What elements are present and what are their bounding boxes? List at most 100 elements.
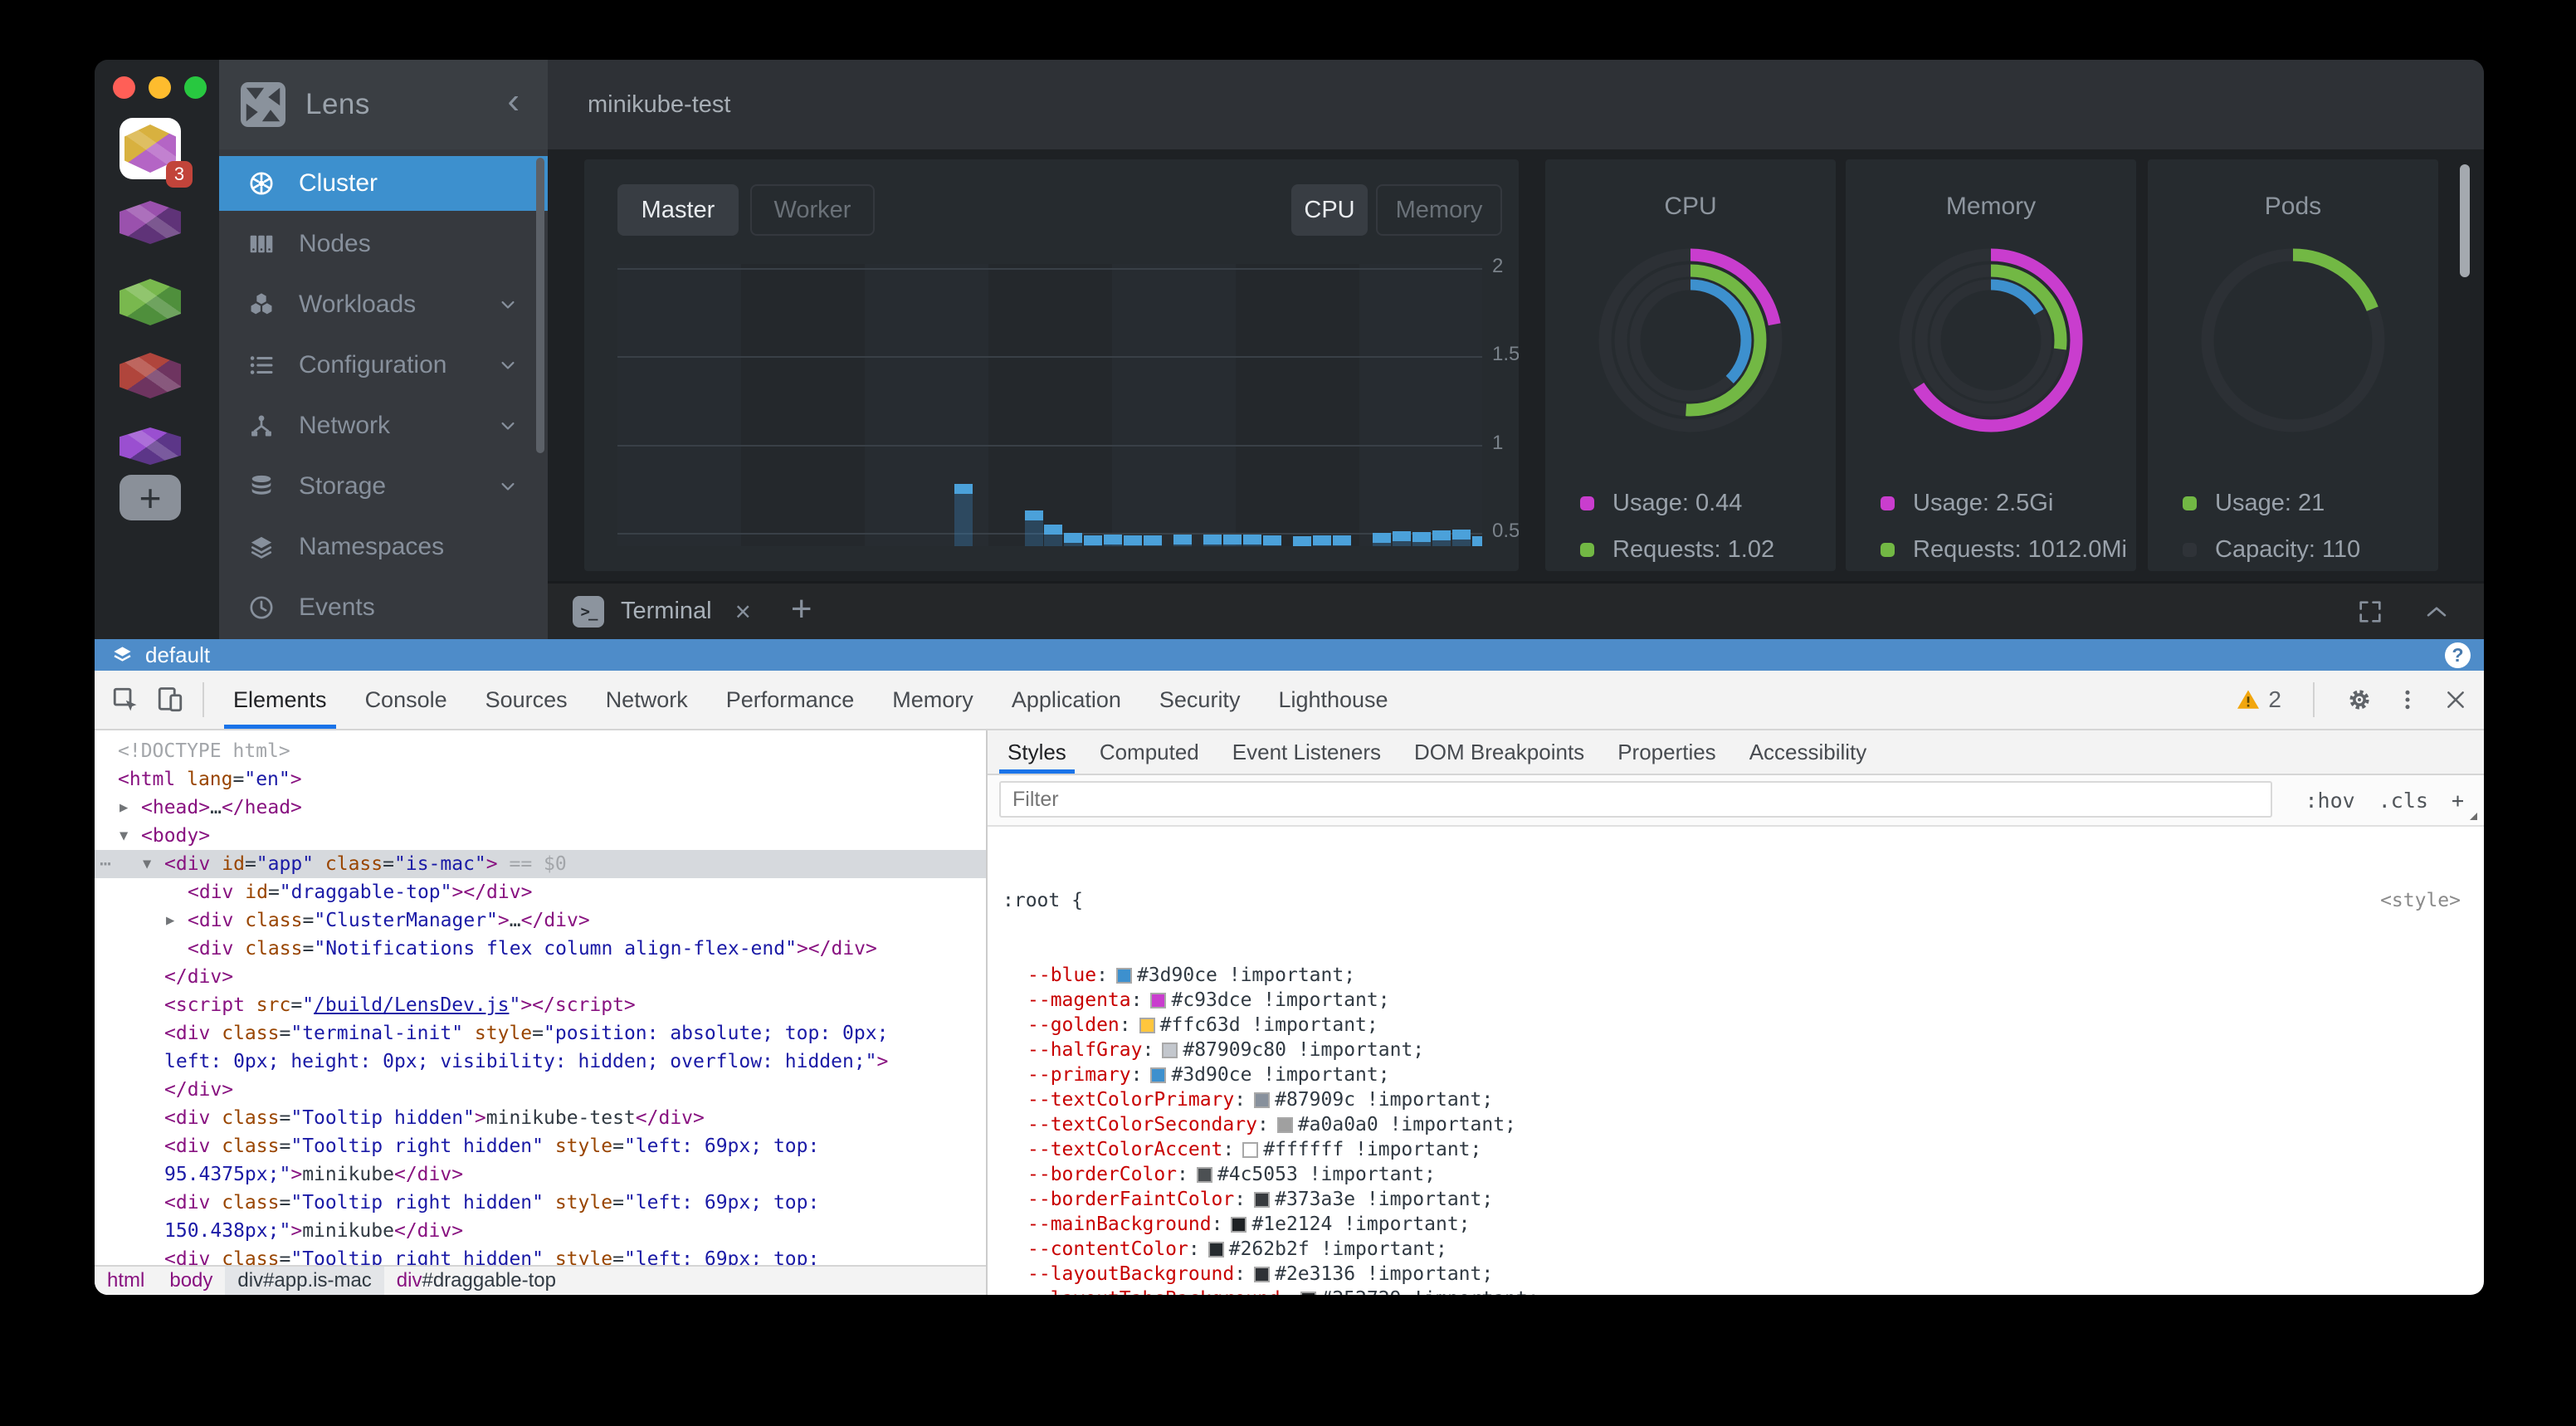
dom-node[interactable]: <!DOCTYPE html>	[95, 737, 986, 765]
chevron-down-icon[interactable]	[496, 475, 520, 498]
css-variable-row[interactable]: --textColorSecondary:#a0a0a0 !important;	[1003, 1112, 2467, 1137]
content-scrollbar[interactable]	[2460, 164, 2470, 277]
styles-tab-properties[interactable]: Properties	[1601, 730, 1733, 774]
sidebar-item-namespaces[interactable]: Namespaces	[219, 520, 548, 574]
tab-network[interactable]: Network	[587, 671, 707, 729]
terminal-close-icon[interactable]: ×	[735, 598, 751, 625]
metric-memory-button[interactable]: Memory	[1376, 184, 1502, 236]
cluster-icon-1[interactable]: 3	[120, 118, 181, 179]
sidebar-item-nodes[interactable]: Nodes	[219, 217, 548, 271]
stylesheet-source-link[interactable]: <style>	[2380, 888, 2467, 913]
cluster-icon-3[interactable]	[120, 279, 181, 325]
collapse-arrow-icon[interactable]: ▶	[166, 906, 174, 935]
dom-node[interactable]: <div class="terminal-init" style="positi…	[95, 1019, 986, 1048]
color-swatch[interactable]	[1150, 1067, 1166, 1083]
cluster-icon-2[interactable]	[120, 201, 181, 244]
dom-node-selected[interactable]: ⋯▼<div id="app" class="is-mac"> == $0	[95, 850, 986, 878]
breadcrumb[interactable]: html	[95, 1267, 157, 1295]
dom-node[interactable]: <script src="/build/LensDev.js"></script…	[95, 991, 986, 1019]
color-swatch[interactable]	[1139, 1018, 1155, 1033]
sidebar-item-storage[interactable]: Storage	[219, 459, 548, 514]
breadcrumb[interactable]: body	[157, 1267, 225, 1295]
class-toggle[interactable]: .cls	[2378, 789, 2428, 813]
color-swatch[interactable]	[1300, 1292, 1316, 1295]
tab-performance[interactable]: Performance	[707, 671, 874, 729]
cluster-icon-5[interactable]	[120, 427, 181, 465]
css-variable-row[interactable]: --primary:#3d90ce !important;	[1003, 1062, 2467, 1087]
dom-node[interactable]: left: 0px; height: 0px; visibility: hidd…	[95, 1048, 986, 1076]
sidebar-collapse-icon[interactable]: ‹	[507, 86, 526, 122]
styles-tab-event-listeners[interactable]: Event Listeners	[1216, 730, 1398, 774]
color-swatch[interactable]	[1162, 1043, 1178, 1058]
css-variable-row[interactable]: --magenta:#c93dce !important;	[1003, 988, 2467, 1013]
css-variable-row[interactable]: --contentColor:#262b2f !important;	[1003, 1237, 2467, 1262]
dom-node[interactable]: 95.4375px;">minikube</div>	[95, 1160, 986, 1189]
cluster-icon-4[interactable]	[120, 353, 181, 398]
color-swatch[interactable]	[1231, 1217, 1247, 1233]
sidebar-item-network[interactable]: Network	[219, 398, 548, 453]
node-options-icon[interactable]: ⋯	[100, 850, 112, 878]
dom-node[interactable]: <html lang="en">	[95, 765, 986, 794]
sidebar-item-configuration[interactable]: Configuration	[219, 338, 548, 393]
dom-node[interactable]: <div class="Tooltip right hidden" style=…	[95, 1245, 986, 1265]
styles-tab-styles[interactable]: Styles	[991, 730, 1083, 774]
styles-tab-accessibility[interactable]: Accessibility	[1733, 730, 1884, 774]
dom-node[interactable]: <div class="Tooltip hidden">minikube-tes…	[95, 1104, 986, 1132]
color-swatch[interactable]	[1254, 1267, 1270, 1282]
chevron-down-icon[interactable]	[496, 354, 520, 377]
expand-arrow-icon[interactable]: ▼	[143, 850, 151, 878]
css-variable-row[interactable]: --borderColor:#4c5053 !important;	[1003, 1162, 2467, 1187]
tab-lighthouse[interactable]: Lighthouse	[1259, 671, 1407, 729]
color-swatch[interactable]	[1254, 1092, 1270, 1108]
dom-node[interactable]: <div id="draggable-top"></div>	[95, 878, 986, 906]
styles-tab-dom-breakpoints[interactable]: DOM Breakpoints	[1398, 730, 1601, 774]
resize-handle[interactable]	[2470, 813, 2477, 820]
css-selector[interactable]: :root {	[1003, 888, 1083, 913]
css-variable-row[interactable]: --mainBackground:#1e2124 !important;	[1003, 1212, 2467, 1237]
device-toolbar-icon[interactable]	[148, 676, 193, 723]
dom-node[interactable]: ▶<head>…</head>	[95, 794, 986, 822]
css-variable-row[interactable]: --layoutTabsBackground:#252729 !importan…	[1003, 1287, 2467, 1295]
css-variable-row[interactable]: --borderFaintColor:#373a3e !important;	[1003, 1187, 2467, 1212]
color-swatch[interactable]	[1116, 968, 1132, 984]
dom-node[interactable]: </div>	[95, 963, 986, 991]
warnings-badge[interactable]: 2	[2236, 686, 2281, 713]
add-cluster-button[interactable]: +	[120, 475, 181, 520]
fullscreen-icon[interactable]	[2356, 598, 2384, 626]
dom-node[interactable]: </div>	[95, 1076, 986, 1104]
kebab-menu-ic[interactable]	[2394, 686, 2421, 713]
css-variable-row[interactable]: --blue:#3d90ce !important;	[1003, 963, 2467, 988]
dom-node[interactable]: <div class="Tooltip right hidden" style=…	[95, 1132, 986, 1160]
gear-icon[interactable]	[2346, 686, 2373, 713]
chevron-down-icon[interactable]	[496, 293, 520, 316]
dom-node[interactable]: 150.438px;">minikube</div>	[95, 1217, 986, 1245]
tab-memory[interactable]: Memory	[873, 671, 993, 729]
chevron-down-icon[interactable]	[496, 414, 520, 437]
sidebar-scrollbar[interactable]	[536, 158, 544, 453]
terminal-tab[interactable]: Terminal	[621, 598, 712, 625]
node-worker-button[interactable]: Worker	[750, 184, 875, 236]
sidebar-item-cluster[interactable]: Cluster	[219, 156, 548, 211]
breadcrumb[interactable]: div#app.is-mac	[225, 1267, 383, 1295]
node-master-button[interactable]: Master	[617, 184, 739, 236]
tab-console[interactable]: Console	[346, 671, 466, 729]
color-swatch[interactable]	[1254, 1192, 1270, 1208]
color-swatch[interactable]	[1150, 993, 1166, 1008]
tab-security[interactable]: Security	[1140, 671, 1260, 729]
dom-node[interactable]: <div class="Notifications flex column al…	[95, 935, 986, 963]
new-rule-button[interactable]: +	[2452, 789, 2464, 813]
dom-node[interactable]: <div class="Tooltip right hidden" style=…	[95, 1189, 986, 1217]
tab-elements[interactable]: Elements	[214, 671, 346, 729]
css-variable-row[interactable]: --halfGray:#87909c80 !important;	[1003, 1038, 2467, 1062]
zoom-traffic-light[interactable]	[184, 76, 207, 99]
css-variable-row[interactable]: --textColorAccent:#ffffff !important;	[1003, 1137, 2467, 1162]
styles-filter-input[interactable]	[999, 781, 2272, 818]
terminal-add-icon[interactable]: +	[791, 591, 812, 628]
expand-arrow-icon[interactable]: ▼	[120, 822, 128, 850]
color-swatch[interactable]	[1197, 1167, 1212, 1183]
css-variable-row[interactable]: --layoutBackground:#2e3136 !important;	[1003, 1262, 2467, 1287]
color-swatch[interactable]	[1242, 1142, 1258, 1158]
breadcrumb[interactable]: div#draggable-top	[384, 1267, 568, 1295]
color-swatch[interactable]	[1277, 1117, 1293, 1133]
dom-node[interactable]: ▼<body>	[95, 822, 986, 850]
